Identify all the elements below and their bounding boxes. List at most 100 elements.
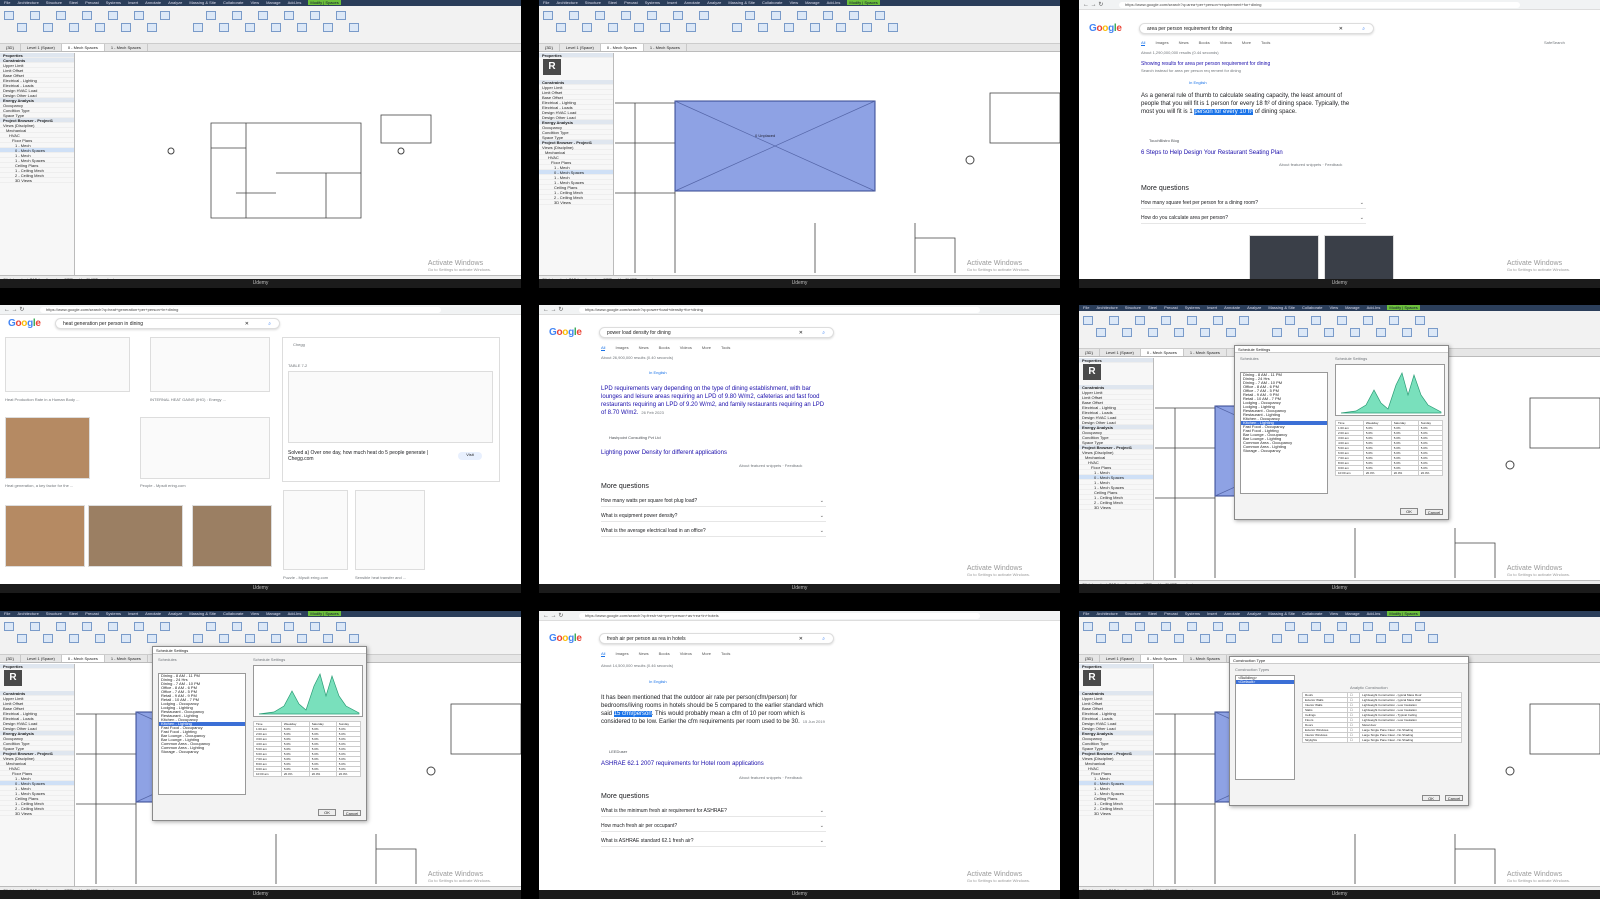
revit-menu-item[interactable]: Massing & Site: [1268, 611, 1295, 616]
revit-menu-item[interactable]: Structure: [46, 611, 62, 616]
revit-menu-item[interactable]: Manage: [266, 0, 280, 5]
ribbon-tool-icon[interactable]: [1109, 316, 1119, 325]
ribbon-tool-icon[interactable]: [732, 23, 742, 32]
revit-menu-item[interactable]: File: [1083, 305, 1089, 310]
schedule-list-item[interactable]: Storage - Occupancy: [159, 750, 245, 754]
revit-menu-item[interactable]: Steel: [608, 0, 617, 5]
ribbon-tool-icon[interactable]: [1174, 328, 1184, 337]
ribbon-tool-icon[interactable]: [862, 23, 872, 32]
table-cell[interactable]: 10:00 am: [253, 771, 282, 777]
ribbon-tool-icon[interactable]: [1226, 328, 1236, 337]
ribbon-tool-icon[interactable]: [1389, 622, 1399, 631]
ribbon-tool-icon[interactable]: [1122, 634, 1132, 643]
drawing-canvas[interactable]: [76, 53, 521, 282]
ribbon-tool-icon[interactable]: [1363, 622, 1373, 631]
ribbon-tool-icon[interactable]: [1298, 328, 1308, 337]
ribbon-tool-icon[interactable]: [1428, 328, 1438, 337]
ribbon-tool-icon[interactable]: [836, 23, 846, 32]
revit-menu-item[interactable]: Analyze: [707, 0, 721, 5]
revit-menu-item[interactable]: View: [1329, 305, 1338, 310]
revit-menu-item[interactable]: Architecture: [1096, 305, 1117, 310]
search-tab[interactable]: Images: [615, 651, 628, 656]
nav-buttons[interactable]: ← → ↻: [543, 612, 563, 619]
revit-menu-item[interactable]: Collaborate: [223, 611, 243, 616]
view-tab[interactable]: 0 - Mech Spaces: [1140, 349, 1184, 356]
browser-item[interactable]: 3D Views: [1079, 505, 1153, 510]
ribbon-tool-icon[interactable]: [206, 11, 216, 20]
revit-menu-item[interactable]: Insert: [667, 0, 677, 5]
ribbon-tool-icon[interactable]: [56, 11, 66, 20]
snippet-feedback[interactable]: About featured snippets · Feedback: [1279, 162, 1342, 167]
image-caption[interactable]: Heat generation, a key factor for the ..…: [5, 483, 73, 488]
revit-menu-item[interactable]: Steel: [69, 0, 78, 5]
image-result[interactable]: [283, 490, 348, 570]
revit-menu-item[interactable]: Collaborate: [1302, 305, 1322, 310]
ribbon-tool-icon[interactable]: [1285, 316, 1295, 325]
ribbon-tool-icon[interactable]: [595, 11, 605, 20]
ribbon-tool-icon[interactable]: [621, 11, 631, 20]
view-tab[interactable]: Level 1 (Space): [560, 44, 601, 51]
image-result[interactable]: [5, 337, 130, 392]
ribbon-tool-icon[interactable]: [810, 23, 820, 32]
revit-menu-item[interactable]: Steel: [1148, 611, 1157, 616]
view-tab[interactable]: Level 1 (Space): [21, 44, 62, 51]
ribbon-tool-icon[interactable]: [1311, 622, 1321, 631]
ribbon-tool-icon[interactable]: [1200, 328, 1210, 337]
tools-button[interactable]: Tools: [721, 345, 730, 350]
revit-menu-item[interactable]: Add-Ins: [288, 0, 302, 5]
table-cell[interactable]: 20.0%: [1390, 470, 1419, 476]
search-input[interactable]: heat generation per person in dining ✕ ⌕: [55, 318, 280, 329]
result-link[interactable]: 6 Steps to Help Design Your Restaurant S…: [1141, 150, 1283, 156]
ribbon-tool-icon[interactable]: [569, 11, 579, 20]
question-item[interactable]: What is ASHRAE standard 62.1 fresh air?: [601, 836, 826, 847]
revit-menu-item[interactable]: Analyze: [1247, 611, 1261, 616]
ribbon-tool-icon[interactable]: [1135, 316, 1145, 325]
ribbon-tool-icon[interactable]: [1083, 622, 1093, 631]
revit-menu-item[interactable]: Manage: [266, 611, 280, 616]
revit-menu-item[interactable]: Annotate: [145, 611, 161, 616]
search-tab[interactable]: Books: [659, 651, 670, 656]
browser-item[interactable]: 3D Views: [0, 178, 74, 183]
schedule-list[interactable]: Dining - 8 AM - 11 PM Dining - 24 Hrs Dini…: [1240, 372, 1328, 494]
revit-menu-item[interactable]: Precast: [85, 611, 99, 616]
visit-button[interactable]: Visit: [458, 452, 482, 460]
ribbon-tool-icon[interactable]: [69, 634, 79, 643]
view-tab[interactable]: 1 - Mech Spaces: [644, 44, 687, 51]
ribbon-tool-icon[interactable]: [797, 11, 807, 20]
revit-menu-item[interactable]: Architecture: [1096, 611, 1117, 616]
ribbon-tool-icon[interactable]: [4, 622, 14, 631]
ribbon-tool-icon[interactable]: [310, 11, 320, 20]
revit-menu-item[interactable]: Insert: [1207, 305, 1217, 310]
view-tab[interactable]: {3D}: [0, 655, 21, 662]
revit-menu-item[interactable]: Modify | Spaces: [847, 0, 880, 5]
revit-menu-item[interactable]: Manage: [1345, 305, 1359, 310]
ribbon-tool-icon[interactable]: [1324, 328, 1334, 337]
table-cell[interactable]: 20.0%: [280, 771, 310, 777]
ribbon-tool-icon[interactable]: [543, 11, 553, 20]
revit-menu-item[interactable]: Add-Ins: [288, 611, 302, 616]
search-tab[interactable]: Images: [1155, 40, 1168, 45]
revit-menu-item[interactable]: Structure: [1125, 305, 1141, 310]
view-tab[interactable]: Level 1 (Space): [21, 655, 62, 662]
ribbon-tool-icon[interactable]: [582, 23, 592, 32]
view-tab[interactable]: Level 1 (Space): [1100, 349, 1141, 356]
ribbon-tool-icon[interactable]: [699, 11, 709, 20]
revit-menu-item[interactable]: Systems: [1185, 305, 1200, 310]
construction-cell[interactable]: Large Single Pane Clear - No Shading: [1359, 737, 1462, 743]
ok-button[interactable]: OK: [318, 809, 336, 816]
revit-menu-item[interactable]: Architecture: [17, 0, 38, 5]
table-cell[interactable]: 20.0%: [308, 771, 337, 777]
ribbon-tool-icon[interactable]: [193, 23, 203, 32]
tools-button[interactable]: Tools: [721, 651, 730, 656]
revit-menu-item[interactable]: Insert: [128, 611, 138, 616]
table-cell[interactable]: 20.0%: [335, 771, 362, 777]
search-tab[interactable]: News: [639, 345, 649, 350]
ribbon-tool-icon[interactable]: [121, 634, 131, 643]
ribbon-tool-icon[interactable]: [219, 634, 229, 643]
search-tab[interactable]: All: [1141, 40, 1146, 46]
floor-plan[interactable]: [615, 53, 1060, 273]
ribbon-tool-icon[interactable]: [1161, 622, 1171, 631]
search-icon[interactable]: ⌕: [268, 319, 271, 329]
language-chip[interactable]: In English: [649, 370, 667, 375]
browser-item[interactable]: 3D Views: [539, 200, 613, 205]
